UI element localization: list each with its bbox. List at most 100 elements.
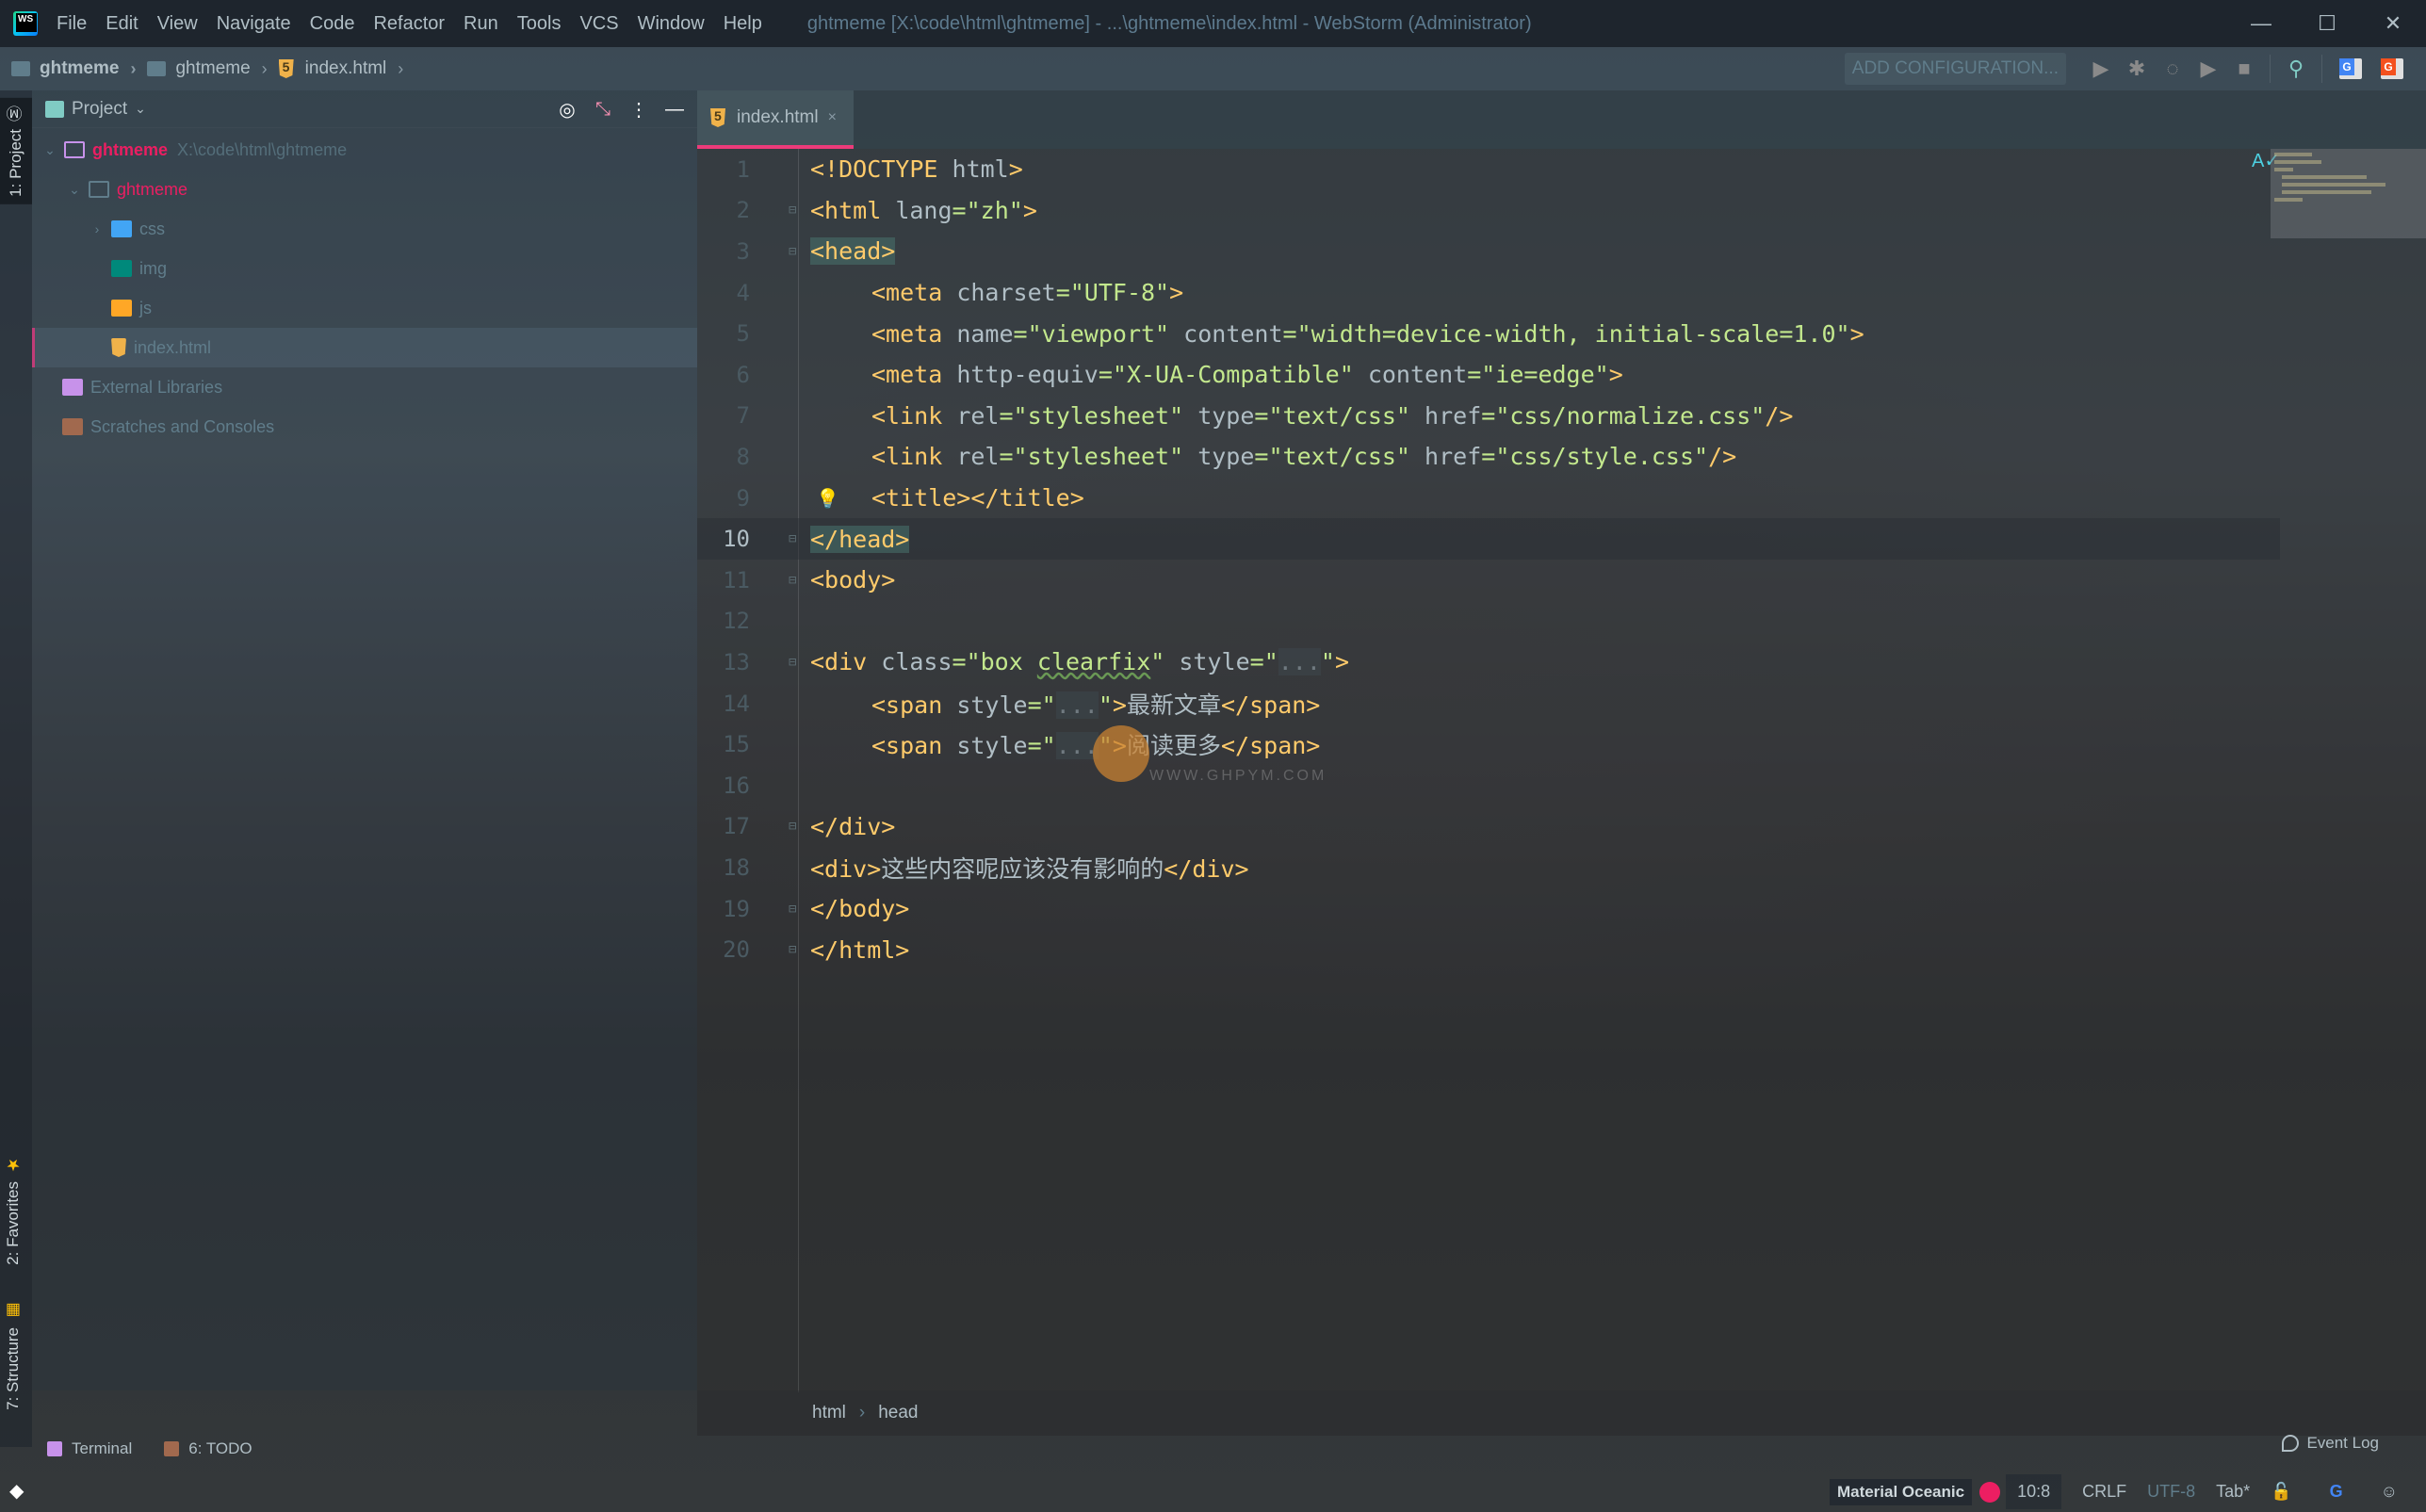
tool-tab-favorites[interactable]: 2: Favorites ★ (4, 1155, 23, 1265)
chevron-down-icon: ⌄ (135, 101, 146, 116)
fold-icon[interactable]: ⊟ (789, 655, 806, 670)
code-token: html (937, 155, 1009, 184)
line-separator[interactable]: CRLF (2082, 1482, 2126, 1502)
collapse-all-icon[interactable]: ⤡ (590, 98, 616, 121)
tree-item-img[interactable]: img (32, 249, 697, 288)
code-token: type (1183, 401, 1255, 430)
menu-edit[interactable]: Edit (106, 13, 138, 35)
search-icon[interactable]: ⚲ (2282, 55, 2310, 83)
breadcrumb-html[interactable]: html (812, 1403, 846, 1423)
tree-item-folder[interactable]: ⌄ ghtmeme (32, 170, 697, 209)
fold-icon[interactable]: ⊟ (789, 902, 806, 917)
chevron-right-icon: › (94, 221, 100, 236)
run-icon[interactable]: ▶ (2087, 55, 2115, 83)
tree-item-js[interactable]: js (32, 288, 697, 328)
menu-tools[interactable]: Tools (517, 13, 562, 35)
folded-region[interactable]: ... (1055, 691, 1099, 719)
lightbulb-icon[interactable]: 💡 (816, 487, 839, 510)
menu-file[interactable]: File (57, 13, 87, 35)
code-token: style (1164, 648, 1250, 676)
code-token: <head> (810, 237, 896, 266)
folded-region[interactable]: ... (1278, 648, 1321, 676)
fold-icon[interactable]: ⊟ (789, 531, 806, 546)
indent-setting[interactable]: Tab* (2216, 1482, 2250, 1502)
terminal-button[interactable]: Terminal (47, 1439, 132, 1458)
tree-item-root[interactable]: ⌄ ghtmeme X:\code\html\ghtmeme (32, 130, 697, 170)
project-tree: ⌄ ghtmeme X:\code\html\ghtmeme ⌄ ghtmeme… (32, 130, 697, 447)
close-tab-icon[interactable]: × (828, 109, 837, 126)
code-line: 15 <span style="...">阅读更多</span> (697, 723, 2280, 765)
translate-icon[interactable]: G (2339, 58, 2362, 79)
line-number: 10 (723, 526, 750, 553)
code-token: ="stylesheet" (999, 443, 1184, 471)
code-area[interactable]: 1 <!DOCTYPE html> 2 ⊟ <html lang="zh"> 3… (697, 149, 2426, 1392)
menu-navigate[interactable]: Navigate (217, 13, 291, 35)
menu-run[interactable]: Run (464, 13, 498, 35)
code-token: <meta (871, 279, 943, 307)
menu-vcs[interactable]: VCS (579, 13, 618, 35)
project-panel-header[interactable]: Project ⌄ ◎ ⤡ ⋮ — (32, 90, 697, 128)
tab-index-html[interactable]: index.html × (697, 90, 854, 149)
breadcrumb-file[interactable]: index.html › (278, 58, 403, 79)
line-number: 18 (723, 854, 750, 881)
code-token: </html> (810, 935, 910, 964)
code-token: > (1849, 319, 1864, 348)
inspector-icon[interactable]: ☺ (2381, 1482, 2398, 1502)
line-number: 20 (723, 936, 750, 964)
code-line: 11 ⊟ <body> (697, 560, 2280, 601)
stop-icon[interactable]: ■ (2230, 55, 2258, 83)
breadcrumb-folder[interactable]: ghtmeme › (147, 58, 268, 79)
tool-tab-structure[interactable]: 7: Structure ▦ (4, 1301, 23, 1410)
locate-file-icon[interactable]: ◎ (554, 98, 580, 121)
google-icon[interactable]: G (2330, 1482, 2343, 1502)
add-configuration-button[interactable]: ADD CONFIGURATION... (1844, 53, 2066, 85)
menu-refactor[interactable]: Refactor (373, 13, 445, 35)
fold-icon[interactable]: ⊟ (789, 203, 806, 218)
fold-icon[interactable]: ⊟ (789, 244, 806, 259)
html5-icon (710, 108, 725, 127)
debug-icon[interactable]: ✱ (2123, 55, 2151, 83)
line-number: 16 (723, 772, 750, 799)
menu-view[interactable]: View (157, 13, 198, 35)
tool-tab-label: 2: Favorites (4, 1181, 22, 1265)
todo-button[interactable]: 6: TODO (164, 1439, 252, 1458)
tree-item-css[interactable]: › css (32, 209, 697, 249)
lock-icon[interactable]: 🔓 (2271, 1482, 2291, 1502)
translate-alt-icon[interactable]: G (2381, 58, 2403, 79)
tree-item-external-libraries[interactable]: External Libraries (32, 367, 697, 407)
minimap[interactable] (2271, 149, 2426, 238)
line-number: 6 (736, 361, 750, 388)
file-encoding[interactable]: UTF-8 (2147, 1482, 2195, 1502)
fold-icon[interactable]: ⊟ (789, 942, 806, 957)
tree-item-scratches[interactable]: Scratches and Consoles (32, 407, 697, 447)
minimap-line (2282, 183, 2385, 187)
module-folder-icon (64, 141, 85, 158)
menu-window[interactable]: Window (638, 13, 705, 35)
tool-tab-project[interactable]: 1: Project Ⓜ (0, 98, 32, 204)
breadcrumb-project[interactable]: ghtmeme › (11, 58, 136, 79)
maximize-button[interactable]: ☐ (2294, 0, 2360, 47)
code-token: /> (1708, 443, 1737, 471)
menu-code[interactable]: Code (310, 13, 355, 35)
fold-icon[interactable]: ⊟ (789, 819, 806, 834)
code-token: http-equiv (942, 361, 1099, 389)
profile-icon[interactable]: ▶ (2194, 55, 2222, 83)
caret-position[interactable]: 10:8 (2006, 1474, 2062, 1509)
hide-panel-icon[interactable]: — (661, 98, 688, 121)
code-token: ="css/style.css" (1481, 443, 1709, 471)
tab-label: index.html (737, 107, 819, 127)
code-token: > (1334, 648, 1350, 676)
event-log-button[interactable]: Event Log (2282, 1434, 2379, 1453)
more-options-icon[interactable]: ⋮ (626, 98, 652, 121)
menu-help[interactable]: Help (724, 13, 762, 35)
minimize-button[interactable]: — (2228, 0, 2294, 47)
tree-item-index-html[interactable]: index.html (32, 328, 697, 367)
theme-indicator[interactable]: Material Oceanic (1829, 1478, 1973, 1505)
close-window-button[interactable]: ✕ (2360, 0, 2426, 47)
code-token: </div> (1164, 854, 1249, 883)
code-token: = (1055, 279, 1070, 307)
fold-icon[interactable]: ⊟ (789, 573, 806, 588)
editor-tab-bar: index.html × (697, 90, 2426, 149)
breadcrumb-head[interactable]: head (878, 1403, 918, 1423)
coverage-icon[interactable]: ◌ (2158, 55, 2187, 83)
